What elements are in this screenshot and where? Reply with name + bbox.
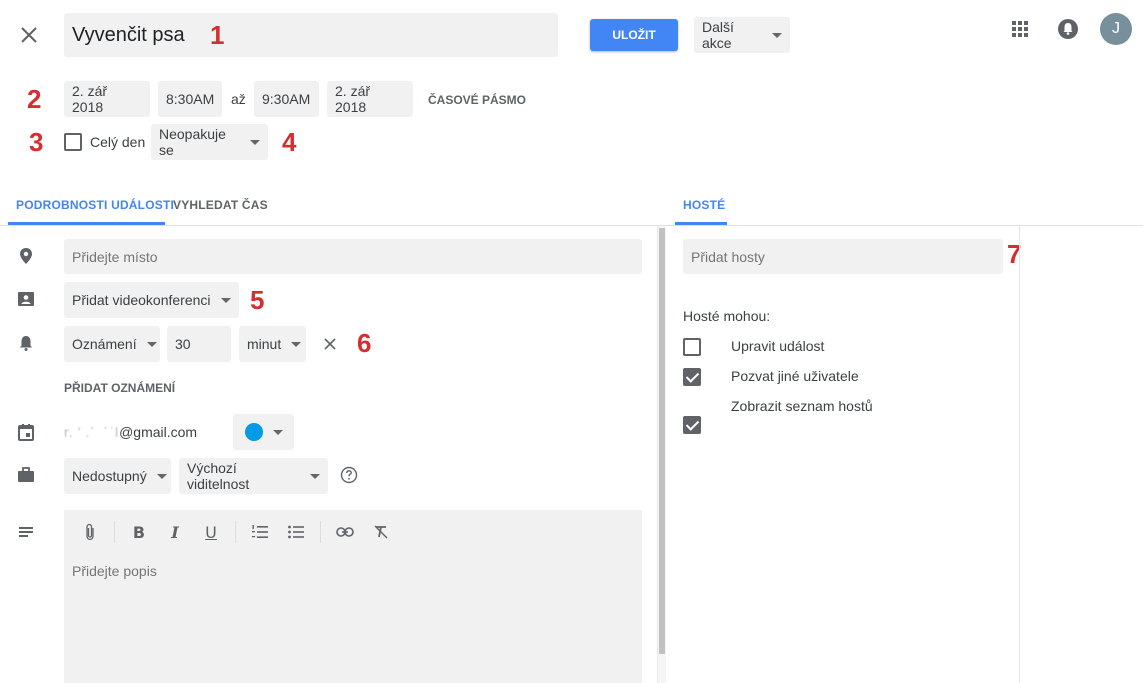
underline-icon[interactable]: U xyxy=(199,520,223,544)
chevron-down-icon xyxy=(273,429,283,435)
repeat-dropdown[interactable]: Neopakuje se xyxy=(151,124,268,160)
to-label: až xyxy=(231,91,246,107)
tab-event-details[interactable]: PODROBNOSTI UDÁLOSTI xyxy=(16,198,174,212)
location-pin-icon xyxy=(14,244,38,268)
annotation-1: 1 xyxy=(210,20,225,50)
end-date-field[interactable]: 2. zář 2018 xyxy=(327,81,413,117)
description-editor[interactable]: B I U Přidejte popis xyxy=(64,510,642,683)
editor-toolbar: B I U xyxy=(78,520,393,544)
start-date-text: 2. zář 2018 xyxy=(72,83,108,115)
numbered-list-icon[interactable] xyxy=(248,520,272,544)
start-time-text: 8:30AM xyxy=(166,91,215,107)
conference-label: Přidat videokonferenci xyxy=(72,292,211,308)
italic-icon[interactable]: I xyxy=(163,520,187,544)
timezone-button[interactable]: ČASOVÉ PÁSMO xyxy=(428,93,526,107)
toolbar-divider xyxy=(320,521,321,543)
avatar[interactable]: J xyxy=(1100,13,1132,45)
availability-dropdown[interactable]: Nedostupný xyxy=(64,458,171,494)
permission-modify-checkbox[interactable] xyxy=(683,338,701,356)
more-actions-dropdown[interactable]: Další akce xyxy=(694,17,790,53)
help-icon[interactable] xyxy=(340,466,358,484)
notification-unit-label: minut xyxy=(247,336,282,352)
end-time-field[interactable]: 9:30AM xyxy=(254,81,319,117)
chevron-down-icon xyxy=(772,32,782,38)
briefcase-icon xyxy=(14,463,38,487)
description-icon xyxy=(14,520,38,544)
annotation-6: 6 xyxy=(357,328,372,358)
chevron-down-icon xyxy=(156,473,167,479)
scrollbar[interactable] xyxy=(657,226,666,683)
chevron-down-icon xyxy=(220,297,231,303)
visibility-label: Výchozí viditelnost xyxy=(187,460,250,492)
notification-bell-icon xyxy=(14,331,38,355)
close-icon[interactable] xyxy=(18,24,40,46)
calendar-color-dot xyxy=(245,423,263,441)
permission-modify-label: Upravit událost xyxy=(731,338,825,354)
location-placeholder: Přidejte místo xyxy=(72,248,158,265)
bulleted-list-icon[interactable] xyxy=(284,520,308,544)
calendar-icon xyxy=(14,420,38,444)
more-actions-label: Další akce xyxy=(702,19,734,51)
permission-see-list-label: Zobrazit seznam hostů xyxy=(731,398,873,414)
permission-invite-checkbox[interactable] xyxy=(683,368,701,386)
scrollbar-thumb[interactable] xyxy=(659,228,665,654)
tab-find-time[interactable]: VYHLEDAT ČAS xyxy=(173,198,268,212)
all-day-label: Celý den xyxy=(90,134,146,150)
add-guests-placeholder: Přidat hosty xyxy=(691,248,765,265)
notification-value: 30 xyxy=(175,336,191,352)
save-button[interactable]: ULOŽIT xyxy=(590,19,678,51)
title-input[interactable]: Vyvenčit psa xyxy=(64,13,558,57)
calendar-owner: r. ’ .´ ´ˈl @gmail.com xyxy=(64,424,197,440)
apps-grid-icon[interactable] xyxy=(1011,20,1029,38)
visibility-dropdown[interactable]: Výchozí viditelnost xyxy=(179,458,328,494)
right-divider xyxy=(1019,226,1020,683)
permission-invite-label: Pozvat jiné uživatele xyxy=(731,368,859,384)
notification-type-dropdown[interactable]: Oznámení xyxy=(64,326,160,362)
notifications-bell-icon[interactable] xyxy=(1057,18,1079,40)
availability-label: Nedostupný xyxy=(72,468,147,484)
annotation-4: 4 xyxy=(282,127,297,157)
remove-notification-icon[interactable] xyxy=(322,336,338,352)
all-day-checkbox[interactable] xyxy=(64,133,82,151)
toolbar-divider xyxy=(114,521,115,543)
title-text: Vyvenčit psa xyxy=(72,23,185,46)
clear-formatting-icon[interactable] xyxy=(369,520,393,544)
annotation-3: 3 xyxy=(29,127,44,157)
guest-permissions-title: Hosté mohou: xyxy=(683,308,771,324)
add-guests-input[interactable]: Přidat hosty xyxy=(683,239,1003,274)
permission-see-list-checkbox[interactable] xyxy=(683,416,701,434)
start-date-field[interactable]: 2. zář 2018 xyxy=(64,81,150,117)
notification-value-input[interactable]: 30 xyxy=(167,326,231,362)
attachment-icon[interactable] xyxy=(78,520,102,544)
bold-icon[interactable]: B xyxy=(127,520,151,544)
annotation-2: 2 xyxy=(27,84,42,114)
chevron-down-icon xyxy=(291,341,302,347)
notification-type-label: Oznámení xyxy=(72,336,137,352)
add-notification-button[interactable]: PŘIDAT OZNÁMENÍ xyxy=(64,381,175,395)
location-input[interactable]: Přidejte místo xyxy=(64,239,642,274)
calendar-color-dropdown[interactable] xyxy=(233,414,294,450)
video-conference-icon xyxy=(14,287,38,311)
end-time-text: 9:30AM xyxy=(262,91,311,107)
tab-guests[interactable]: HOSTÉ xyxy=(683,198,725,212)
end-date-text: 2. zář 2018 xyxy=(335,83,371,115)
chevron-down-icon xyxy=(250,139,260,145)
notification-unit-dropdown[interactable]: minut xyxy=(239,326,306,362)
chevron-down-icon xyxy=(146,341,157,347)
toolbar-divider xyxy=(235,521,236,543)
avatar-letter: J xyxy=(1112,20,1120,37)
save-button-label: ULOŽIT xyxy=(612,28,656,42)
link-icon[interactable] xyxy=(333,520,357,544)
calendar-email-blurred: r. ’ .´ ´ˈl xyxy=(64,424,120,440)
chevron-down-icon xyxy=(310,473,320,479)
tabs-divider xyxy=(0,225,1143,226)
start-time-field[interactable]: 8:30AM xyxy=(158,81,222,117)
annotation-5: 5 xyxy=(250,285,265,315)
add-conference-dropdown[interactable]: Přidat videokonferenci xyxy=(64,282,239,318)
calendar-email: @gmail.com xyxy=(119,424,198,440)
repeat-label: Neopakuje se xyxy=(159,126,226,158)
description-placeholder: Přidejte popis xyxy=(72,563,157,579)
